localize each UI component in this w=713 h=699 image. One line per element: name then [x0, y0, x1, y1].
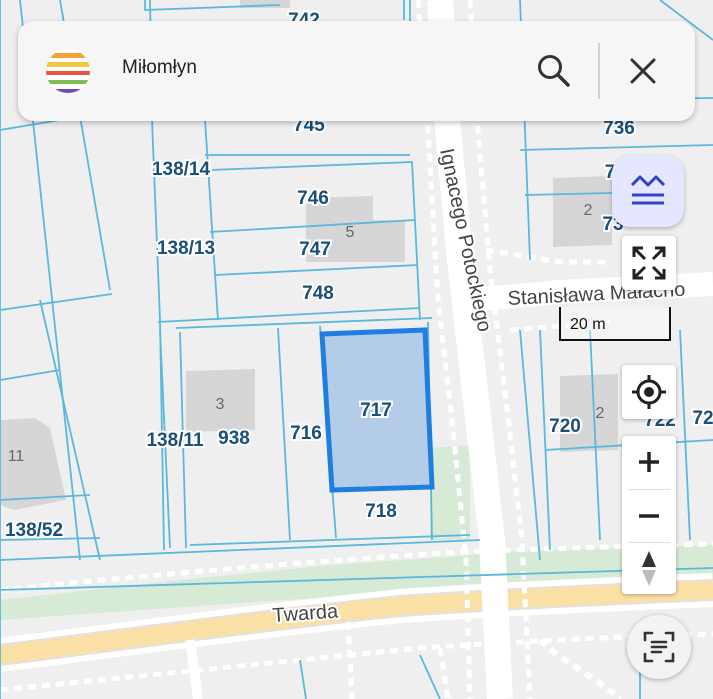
parcel-label[interactable]: 718	[363, 499, 399, 524]
scale-label: 20 m	[570, 316, 606, 333]
scan-text-button[interactable]	[627, 615, 691, 679]
green-area	[430, 445, 470, 540]
svg-text:2: 2	[596, 405, 605, 422]
svg-text:11: 11	[8, 448, 25, 465]
layers-button[interactable]	[612, 155, 684, 227]
scale-bar: 20 m	[559, 307, 673, 343]
parcel-label[interactable]: 736	[601, 116, 637, 141]
parcel-label[interactable]: 720	[547, 414, 583, 439]
fullscreen-button[interactable]	[622, 236, 676, 290]
locate-button[interactable]	[622, 365, 676, 419]
search-button[interactable]	[534, 51, 574, 91]
parcel-label[interactable]: 748	[300, 281, 336, 306]
close-icon	[630, 58, 656, 84]
search-input[interactable]: Miłomłyn	[122, 57, 197, 79]
svg-text:5: 5	[346, 224, 355, 241]
compass-button[interactable]	[622, 542, 676, 594]
search-bar[interactable]: Miłomłyn	[18, 21, 695, 121]
scan-text-icon	[643, 631, 675, 663]
close-button[interactable]	[623, 51, 663, 91]
zoom-out-button[interactable]	[622, 490, 676, 542]
parcel-label[interactable]: 138/52	[3, 518, 65, 543]
parcel-label[interactable]: 716	[288, 421, 324, 446]
parcel-label[interactable]: 747	[297, 237, 333, 262]
fullscreen-icon	[632, 246, 666, 280]
divider	[598, 43, 600, 99]
parcel-label[interactable]: 938	[216, 426, 252, 451]
layers-icon	[630, 175, 666, 205]
parcel-label[interactable]: 138/13	[155, 236, 217, 261]
street-name-twarda: Twarda	[272, 600, 340, 627]
parcel-label[interactable]: 138/11	[144, 428, 205, 453]
rainbow-logo-icon	[46, 49, 90, 93]
parcel-label[interactable]: 717	[358, 398, 394, 423]
locate-icon	[632, 375, 666, 409]
zoom-controls	[622, 436, 676, 594]
parcel-label[interactable]: 746	[295, 186, 331, 211]
svg-text:3: 3	[216, 396, 225, 413]
parcel-label[interactable]: 72	[690, 406, 713, 431]
zoom-in-button[interactable]	[622, 436, 676, 488]
svg-text:2: 2	[584, 202, 593, 219]
search-icon	[538, 55, 570, 87]
parcel-label[interactable]: 138/14	[150, 157, 213, 182]
plus-icon	[639, 452, 659, 472]
minus-icon	[639, 514, 659, 518]
compass-icon	[642, 551, 656, 586]
